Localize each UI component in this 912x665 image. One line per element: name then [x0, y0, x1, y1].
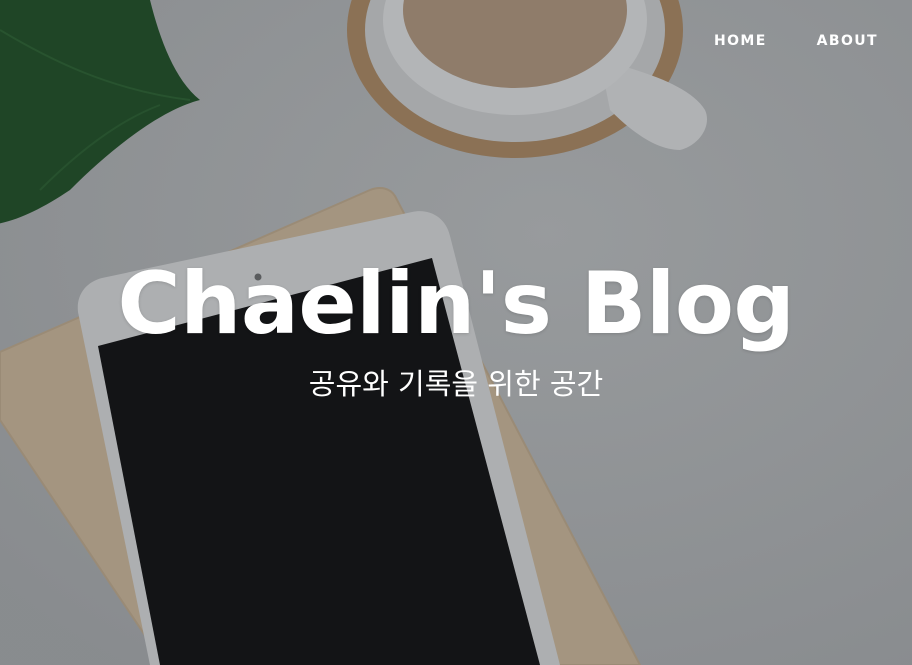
top-nav: HOME ABOUT: [714, 33, 878, 49]
site-subtitle: 공유와 기록을 위한 공간: [308, 366, 604, 401]
hero-heading: Chaelin's Blog 공유와 기록을 위한 공간: [0, 258, 912, 402]
site-title[interactable]: Chaelin's Blog: [0, 258, 912, 351]
hero-header: HOME ABOUT Chaelin's Blog 공유와 기록을 위한 공간: [0, 0, 912, 665]
nav-link-about[interactable]: ABOUT: [817, 33, 878, 49]
nav-link-home[interactable]: HOME: [714, 33, 767, 49]
